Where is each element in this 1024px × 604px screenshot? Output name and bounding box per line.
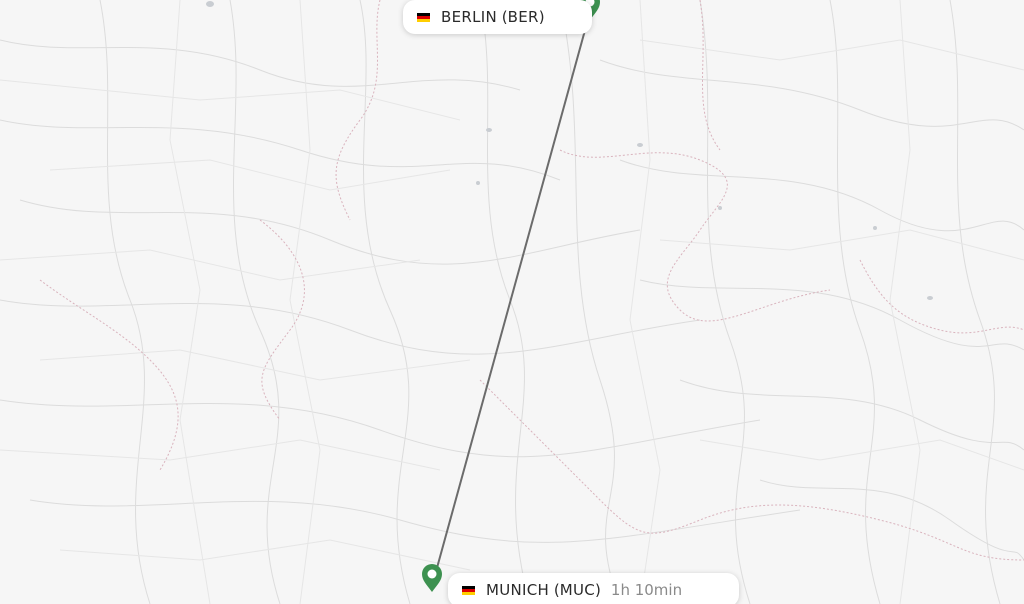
flight-duration: 1h 10min: [610, 581, 683, 599]
origin-airport-code: BER: [507, 8, 539, 26]
origin-label[interactable]: BERLIN (BER): [403, 0, 592, 34]
destination-city: MUNICH: [486, 581, 550, 599]
destination-airport-code: MUC: [559, 581, 596, 599]
origin-code-close-paren: ): [538, 8, 545, 26]
germany-flag-icon: [417, 12, 430, 22]
map-canvas[interactable]: BERLIN (BER) MUNICH (MUC) 1h 10min: [0, 0, 1024, 604]
origin-code-open-paren: (: [497, 8, 508, 26]
destination-label[interactable]: MUNICH (MUC) 1h 10min: [448, 573, 739, 604]
destination-code-open-paren: (: [549, 581, 560, 599]
destination-code-close-paren: ): [595, 581, 601, 599]
map-background: [0, 0, 1024, 604]
germany-flag-icon: [462, 585, 475, 595]
origin-city: BERLIN: [441, 8, 497, 26]
